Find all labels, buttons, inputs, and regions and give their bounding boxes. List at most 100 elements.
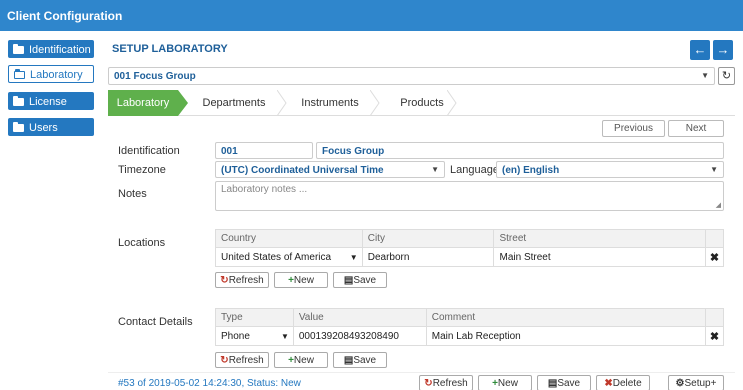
sidebar-item-label: License — [29, 96, 67, 108]
language-value: (en) English — [502, 165, 560, 176]
sidebar-item-license[interactable]: License — [8, 92, 94, 110]
tab-separator — [370, 90, 380, 116]
button-label: Delete — [612, 378, 642, 389]
column-header: Country — [215, 229, 363, 248]
table-row[interactable]: United States of America ▼ Dearborn Main … — [215, 247, 724, 267]
button-label: Refresh — [432, 378, 468, 389]
sidebar-item-identification[interactable]: Identification — [8, 40, 94, 58]
button-label: New — [497, 378, 518, 389]
caret-down-icon: ▼ — [431, 165, 439, 174]
previous-button[interactable]: Previous — [602, 120, 665, 137]
locations-save-button[interactable]: ▤Save — [333, 272, 387, 288]
timezone-label: Timezone — [118, 164, 166, 176]
contacts-save-button[interactable]: ▤Save — [333, 352, 387, 368]
street-cell[interactable]: Main Street — [493, 247, 706, 267]
button-label: Save — [557, 378, 581, 389]
table-row[interactable]: Phone ▼ 000139208493208490 Main Lab Recep… — [215, 326, 724, 346]
identification-name-value: Focus Group — [322, 146, 385, 157]
locations-table: Country City Street United States of Ame… — [215, 229, 724, 267]
tab-label: Instruments — [301, 97, 359, 109]
sidebar-item-label: Identification — [29, 44, 91, 56]
delete-row-icon[interactable]: ✖ — [705, 247, 724, 267]
notes-placeholder: Laboratory notes ... — [221, 184, 308, 195]
reload-button[interactable]: ↻ — [718, 67, 735, 85]
timezone-value: (UTC) Coordinated Universal Time — [221, 165, 384, 176]
contacts-refresh-button[interactable]: ↻Refresh — [215, 352, 269, 368]
cell-value: United States of America — [221, 251, 332, 263]
refresh-icon: ↻ — [220, 355, 229, 366]
resize-grip-icon[interactable]: ◢ — [716, 201, 721, 209]
tab-bar: Laboratory Departments Instruments Produ… — [108, 90, 735, 116]
button-label: Refresh — [228, 275, 264, 286]
contacts-new-button[interactable]: +New — [274, 352, 328, 368]
column-header: City — [361, 229, 495, 248]
sidebar-item-laboratory[interactable]: Laboratory — [8, 65, 94, 83]
button-label: New — [293, 275, 314, 286]
footer-new-button[interactable]: +New — [478, 375, 532, 390]
next-record-button[interactable]: → — [713, 40, 733, 60]
column-header: Street — [493, 229, 706, 248]
floppy-disk-icon: ▤ — [547, 378, 558, 389]
refresh-icon: ↻ — [424, 378, 433, 389]
tab-laboratory[interactable]: Laboratory — [108, 90, 188, 116]
locations-label: Locations — [118, 237, 166, 249]
delete-icon: ✖ — [604, 378, 613, 389]
button-label: Save — [353, 275, 377, 286]
floppy-disk-icon: ▤ — [343, 275, 354, 286]
contacts-table: Type Value Comment Phone ▼ 00013920849320… — [215, 308, 724, 346]
language-label: Language — [450, 164, 499, 176]
sidebar-item-users[interactable]: Users — [8, 118, 94, 136]
button-label: Save — [353, 355, 377, 366]
notes-textarea[interactable]: Laboratory notes ... ◢ — [215, 181, 724, 211]
refresh-icon: ↻ — [220, 275, 229, 286]
locations-refresh-button[interactable]: ↻Refresh — [215, 272, 269, 288]
sidebar-item-label: Users — [29, 122, 58, 134]
button-label: Setup+ — [684, 378, 717, 389]
comment-cell[interactable]: Main Lab Reception — [425, 326, 707, 346]
arrow-right-icon: → — [716, 42, 730, 57]
timezone-select[interactable]: (UTC) Coordinated Universal Time ▼ — [215, 161, 445, 178]
page-title: SETUP LABORATORY — [112, 43, 228, 55]
footer-save-button[interactable]: ▤Save — [537, 375, 591, 390]
caret-down-icon: ▼ — [349, 253, 358, 262]
locations-new-button[interactable]: +New — [274, 272, 328, 288]
tab-label: Departments — [202, 97, 266, 109]
contact-details-label: Contact Details — [118, 316, 193, 328]
floppy-disk-icon: ▤ — [343, 355, 354, 366]
identification-name-field[interactable]: Focus Group — [316, 142, 724, 159]
language-select[interactable]: (en) English ▼ — [496, 161, 724, 178]
tab-departments[interactable]: Departments — [192, 90, 276, 116]
caret-down-icon: ▼ — [280, 332, 289, 341]
column-header: Type — [215, 308, 294, 327]
record-status: #53 of 2019-05-02 14:24:30, Status: New — [118, 378, 301, 389]
footer-delete-button[interactable]: ✖Delete — [596, 375, 650, 390]
tab-instruments[interactable]: Instruments — [290, 90, 370, 116]
identification-label: Identification — [118, 145, 180, 157]
laboratory-select-value: 001 Focus Group — [114, 71, 196, 82]
laboratory-select[interactable]: 001 Focus Group ▼ — [108, 67, 715, 85]
column-header: Comment — [425, 308, 707, 327]
table-header: Country City Street — [215, 229, 724, 248]
next-button[interactable]: Next — [668, 120, 724, 137]
identification-id-value: 001 — [221, 146, 238, 157]
previous-record-button[interactable]: ← — [690, 40, 710, 60]
refresh-icon: ↻ — [721, 70, 732, 82]
folder-icon — [13, 96, 24, 106]
folder-open-icon — [14, 69, 25, 79]
tab-label: Laboratory — [116, 97, 170, 109]
delete-row-icon[interactable]: ✖ — [705, 326, 724, 346]
notes-label: Notes — [118, 188, 147, 200]
identification-id-field[interactable]: 001 — [215, 142, 313, 159]
folder-icon — [13, 44, 24, 54]
value-cell[interactable]: 000139208493208490 — [292, 326, 427, 346]
caret-down-icon: ▼ — [701, 71, 709, 80]
button-label: Refresh — [228, 355, 264, 366]
type-cell[interactable]: Phone ▼ — [215, 326, 294, 346]
city-cell[interactable]: Dearborn — [361, 247, 495, 267]
column-header-actions — [705, 229, 724, 248]
window-title: Client Configuration — [0, 0, 743, 31]
footer-divider — [108, 372, 735, 373]
country-cell[interactable]: United States of America ▼ — [215, 247, 363, 267]
footer-refresh-button[interactable]: ↻Refresh — [419, 375, 473, 390]
footer-setup-button[interactable]: ⚙Setup+ — [668, 375, 724, 390]
